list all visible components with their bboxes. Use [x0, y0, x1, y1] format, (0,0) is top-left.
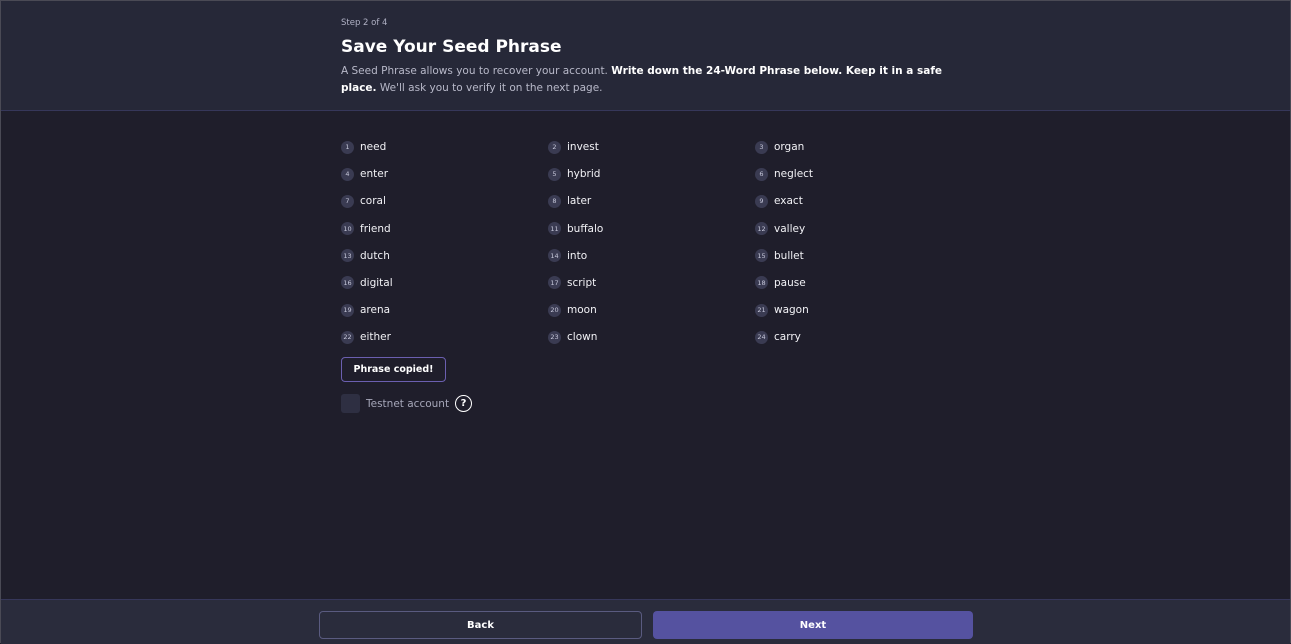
- word-text: hybrid: [567, 168, 601, 181]
- word-number: 4: [341, 167, 354, 181]
- word-text: script: [567, 276, 597, 289]
- word-number: 1: [341, 140, 354, 154]
- seed-word: 13 dutch: [341, 245, 548, 267]
- seed-word: 1 need: [341, 136, 548, 158]
- word-text: digital: [360, 276, 393, 289]
- testnet-checkbox[interactable]: [341, 394, 360, 413]
- seed-word: 12 valley: [755, 218, 962, 240]
- word-number: 7: [341, 194, 354, 208]
- word-text: need: [360, 141, 387, 153]
- seed-word: 7 coral: [341, 190, 548, 212]
- word-text: friend: [360, 222, 391, 235]
- seed-word: 6 neglect: [755, 163, 962, 185]
- header: Step 2 of 4 Save Your Seed Phrase A Seed…: [1, 1, 1290, 111]
- word-number: 14: [548, 249, 561, 263]
- page-title: Save Your Seed Phrase: [341, 37, 562, 57]
- word-text: moon: [567, 304, 597, 317]
- word-text: buffalo: [567, 222, 604, 235]
- testnet-label: Testnet account: [366, 397, 450, 410]
- seed-word: 9 exact: [755, 190, 962, 212]
- page-description: A Seed Phrase allows you to recover your…: [341, 63, 956, 96]
- seed-word: 16 digital: [341, 272, 548, 294]
- seed-word: 10 friend: [341, 218, 548, 240]
- word-text: coral: [360, 195, 386, 208]
- back-button[interactable]: Back: [319, 611, 642, 639]
- word-text: later: [567, 195, 592, 208]
- word-text: wagon: [774, 304, 809, 317]
- seed-word: 11 buffalo: [548, 218, 755, 240]
- word-text: carry: [774, 331, 801, 344]
- word-number: 24: [755, 330, 768, 344]
- word-number: 20: [548, 303, 561, 317]
- word-number: 23: [548, 330, 561, 344]
- seed-word: 18 pause: [755, 272, 962, 294]
- next-button[interactable]: Next: [653, 611, 973, 639]
- word-text: arena: [360, 304, 391, 317]
- word-number: 9: [755, 194, 768, 208]
- seed-word: 19 arena: [341, 299, 548, 321]
- word-number: 16: [341, 276, 354, 290]
- word-number: 6: [755, 167, 768, 181]
- seed-word: 4 enter: [341, 163, 548, 185]
- word-text: into: [567, 249, 588, 262]
- word-number: 11: [548, 222, 561, 236]
- word-number: 10: [341, 222, 354, 236]
- seed-word: 14 into: [548, 245, 755, 267]
- seed-word: 22 either: [341, 326, 548, 348]
- word-number: 19: [341, 303, 354, 317]
- help-icon[interactable]: ?: [455, 395, 473, 412]
- word-number: 17: [548, 276, 561, 290]
- seed-word: 5 hybrid: [548, 163, 755, 185]
- word-number: 3: [755, 140, 768, 154]
- seed-word: 24 carry: [755, 326, 962, 348]
- word-number: 5: [548, 167, 561, 181]
- word-text: valley: [774, 222, 806, 235]
- word-text: enter: [360, 168, 389, 181]
- word-number: 18: [755, 276, 768, 290]
- seed-word: 8 later: [548, 190, 755, 212]
- word-number: 21: [755, 303, 768, 317]
- word-text: either: [360, 331, 391, 344]
- word-text: exact: [774, 195, 803, 208]
- word-text: neglect: [774, 168, 814, 181]
- footer: Back Next: [1, 599, 1290, 644]
- word-text: clown: [567, 331, 598, 344]
- word-number: 13: [341, 249, 354, 263]
- seed-word: 3 organ: [755, 136, 962, 158]
- header-content: Step 2 of 4 Save Your Seed Phrase A Seed…: [341, 17, 956, 96]
- word-text: organ: [774, 141, 805, 153]
- word-number: 22: [341, 330, 354, 344]
- word-number: 15: [755, 249, 768, 263]
- seed-word: 2 invest: [548, 136, 755, 158]
- word-text: invest: [567, 141, 599, 153]
- word-text: bullet: [774, 249, 804, 262]
- seed-word: 23 clown: [548, 326, 755, 348]
- step-indicator: Step 2 of 4: [341, 18, 388, 28]
- description-text: A Seed Phrase allows you to recover your…: [341, 65, 612, 77]
- seed-word: 17 script: [548, 272, 755, 294]
- word-text: pause: [774, 276, 806, 289]
- seed-phrase-grid: 1 need 2 invest 3 organ 4 enter 5 hybrid 6 neglect 7…: [341, 136, 962, 354]
- word-number: 2: [548, 140, 561, 154]
- description-text-end: We'll ask you to verify it on the next p…: [376, 81, 603, 94]
- copy-phrase-button[interactable]: Phrase copied!: [341, 357, 446, 382]
- seed-word: 20 moon: [548, 299, 755, 321]
- seed-word: 21 wagon: [755, 299, 962, 321]
- word-text: dutch: [360, 249, 390, 262]
- testnet-option: Testnet account ?: [341, 394, 473, 413]
- word-number: 8: [548, 194, 561, 208]
- seed-word: 15 bullet: [755, 245, 962, 267]
- word-number: 12: [755, 222, 768, 236]
